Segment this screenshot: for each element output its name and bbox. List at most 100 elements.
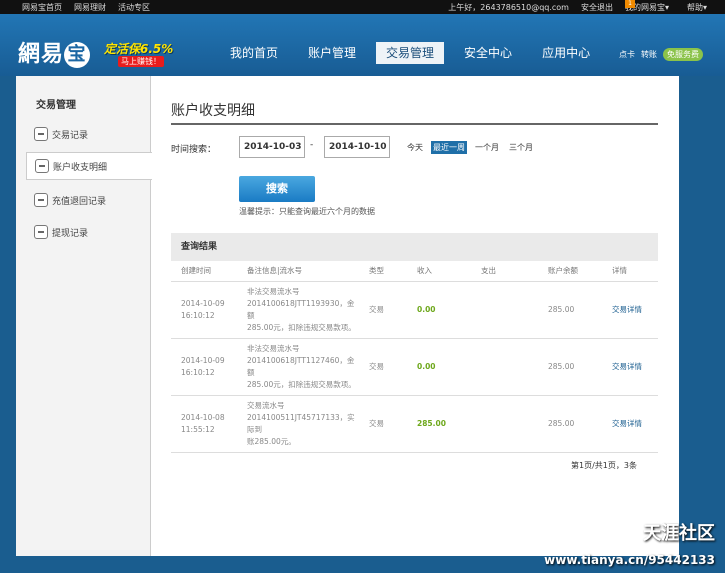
sidebar-item-withdraw-records[interactable]: 提现记录 [34, 218, 151, 246]
nav-transactions[interactable]: 交易管理 [376, 42, 445, 64]
date-dash: - [310, 140, 314, 150]
nav-home[interactable]: 我的首页 [220, 42, 288, 64]
note-line: 2014100618JTT1127460，金额 [247, 355, 355, 377]
detail-link[interactable]: 交易详情 [612, 362, 642, 371]
top-links-left: 网易宝首页 网易理财 活动专区 [22, 2, 150, 13]
logo-icon: 宝 [64, 42, 91, 68]
col-created: 创建时间 [171, 261, 237, 282]
cell-balance: 285.00 [538, 281, 602, 339]
top-links-right: 上午好，2643786510@qq.com 安全退出 我的网易宝▾ [448, 2, 669, 13]
table-header-row: 创建时间 备注信息|流水号 类型 收入 支出 账户余额 详情 [171, 261, 658, 282]
cell-note: 非法交易流水号 2014100618JTT1127460，金额 285.00元，扣除… [237, 338, 359, 396]
search-button[interactable]: 搜索 [239, 176, 315, 202]
cell-created: 2014-10-09 16:10:12 [171, 281, 237, 339]
link-cards[interactable]: 点卡 [619, 49, 635, 60]
cell-created: 2014-10-09 16:10:12 [171, 338, 237, 396]
range-today[interactable]: 今天 [405, 141, 425, 154]
col-note: 备注信息|流水号 [237, 261, 359, 282]
cell-detail: 交易详情 [602, 395, 658, 453]
table-row: 2014-10-09 16:10:12 非法交易流水号 2014100618JTT1… [171, 281, 658, 339]
row-time: 16:10:12 [181, 367, 215, 377]
nav-apps[interactable]: 应用中心 [532, 42, 600, 64]
nav-account[interactable]: 账户管理 [298, 42, 366, 64]
cell-type: 交易 [359, 281, 407, 339]
sidebar: 交易管理 交易记录 账户收支明细 充值退回记录 提现记录 [16, 76, 152, 556]
promo-banner[interactable]: 定活保6.5% 马上赚钱！ [104, 36, 180, 68]
main-nav: 我的首页 账户管理 交易管理 安全中心 应用中心 [220, 42, 610, 64]
service-badge: 免服务费 [663, 48, 703, 61]
sidebar-item-label: 交易记录 [52, 130, 89, 141]
top-bar: 网易宝首页 网易理财 活动专区 上午好，2643786510@qq.com 安全… [0, 0, 725, 14]
cell-balance: 285.00 [538, 395, 602, 453]
greeting-text: 上午好，2643786510@qq.com [448, 3, 569, 12]
result-title: 查询结果 [171, 233, 658, 261]
record-icon [34, 127, 48, 141]
detail-link[interactable]: 交易详情 [612, 419, 642, 428]
logout-link[interactable]: 安全退出 [581, 2, 613, 13]
top-link-home[interactable]: 网易宝首页 [22, 2, 62, 13]
sidebar-item-label: 充值退回记录 [52, 196, 107, 207]
notification-badge[interactable]: 1 [625, 0, 635, 8]
row-time: 16:10:12 [181, 310, 215, 320]
note-line: 2014100618JTT1193930，金额 [247, 298, 355, 320]
watermark-title: 天涯社区 [643, 523, 715, 544]
range-three-months[interactable]: 三个月 [507, 141, 535, 154]
result-section: 查询结果 创建时间 备注信息|流水号 类型 收入 支出 账户余额 详情 2014… [171, 233, 658, 453]
col-type: 类型 [359, 261, 407, 282]
table-row: 2014-10-08 11:55:12 交易流水号 2014100511JT4571… [171, 395, 658, 453]
note-title: 非法交易流水号 [247, 343, 300, 353]
watermark-url: www.tianya.cn/95442133 [544, 553, 715, 567]
sidebar-item-account-details[interactable]: 账户收支明细 [26, 152, 152, 180]
col-expense: 支出 [471, 261, 538, 282]
row-date: 2014-10-08 [181, 412, 225, 422]
range-last-week[interactable]: 最近一周 [431, 141, 467, 154]
table-row: 2014-10-09 16:10:12 非法交易流水号 2014100618JTT1… [171, 338, 658, 396]
sidebar-title: 交易管理 [36, 100, 76, 111]
sidebar-item-refund-records[interactable]: 充值退回记录 [34, 186, 151, 214]
cell-created: 2014-10-08 11:55:12 [171, 395, 237, 453]
result-table: 创建时间 备注信息|流水号 类型 收入 支出 账户余额 详情 2014-10-0… [171, 261, 658, 453]
row-date: 2014-10-09 [181, 355, 225, 365]
promo-sub-text: 马上赚钱！ [118, 56, 164, 67]
note-line: 285.00元，扣除违规交易款项。 [247, 322, 356, 332]
note-title: 非法交易流水号 [247, 286, 300, 296]
date-to-input[interactable]: 2014-10-10 [324, 136, 390, 158]
search-label: 时间搜索： [171, 145, 217, 155]
cell-balance: 285.00 [538, 338, 602, 396]
col-income: 收入 [407, 261, 471, 282]
header-quick-links: 点卡 转账 免服务费 [619, 48, 703, 61]
pagination-info: 第1页/共1页，3条 [571, 461, 637, 470]
cell-note: 非法交易流水号 2014100618JTT1193930，金额 285.00元，扣除… [237, 281, 359, 339]
nav-security[interactable]: 安全中心 [454, 42, 522, 64]
detail-link[interactable]: 交易详情 [612, 305, 642, 314]
cell-note: 交易流水号 2014100511JT45717133，实际到 账285.00元。 [237, 395, 359, 453]
row-time: 11:55:12 [181, 424, 215, 434]
row-date: 2014-10-09 [181, 298, 225, 308]
withdraw-icon [34, 225, 48, 239]
link-transfer[interactable]: 转账 [641, 49, 657, 60]
logo[interactable]: 網易宝 [18, 36, 91, 68]
refund-icon [34, 193, 48, 207]
top-link-finance[interactable]: 网易理财 [74, 2, 106, 13]
sidebar-item-trade-records[interactable]: 交易记录 [34, 120, 151, 148]
cell-expense [471, 281, 538, 339]
main-content: 账户收支明细 时间搜索： 2014-10-03 - 2014-10-10 今天 … [151, 76, 679, 556]
note-line: 285.00元，扣除违规交易款项。 [247, 379, 356, 389]
top-link-activity[interactable]: 活动专区 [118, 2, 150, 13]
note-line: 账285.00元。 [247, 436, 296, 446]
logo-text: 網易 [18, 41, 65, 67]
page-title: 账户收支明细 [171, 103, 255, 119]
header: 網易宝 定活保6.5% 马上赚钱！ 我的首页 账户管理 交易管理 安全中心 应用… [0, 14, 725, 76]
col-detail: 详情 [602, 261, 658, 282]
content-panel: 交易管理 交易记录 账户收支明细 充值退回记录 提现记录 账户收支明细 时间搜索… [16, 76, 679, 556]
date-from-input[interactable]: 2014-10-03 [239, 136, 305, 158]
cell-detail: 交易详情 [602, 338, 658, 396]
help-menu[interactable]: 帮助▾ [687, 2, 707, 13]
range-one-month[interactable]: 一个月 [473, 141, 501, 154]
cell-detail: 交易详情 [602, 281, 658, 339]
sidebar-item-label: 提现记录 [52, 228, 89, 239]
cell-income: 0.00 [407, 281, 471, 339]
cell-expense [471, 395, 538, 453]
ledger-icon [35, 159, 49, 173]
cell-expense [471, 338, 538, 396]
